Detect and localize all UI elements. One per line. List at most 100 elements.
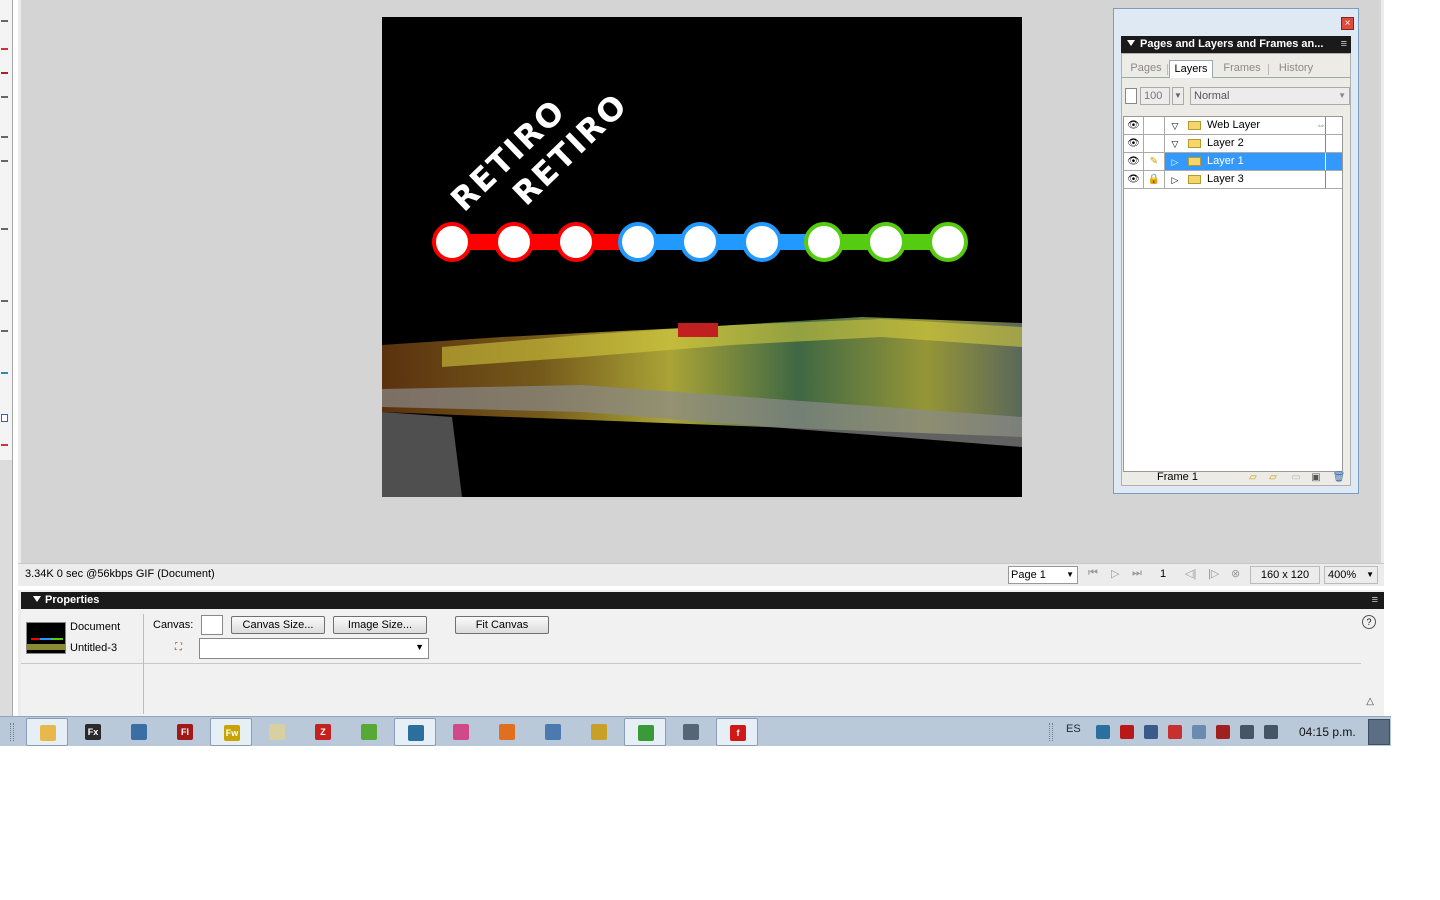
taskbar-app-chrome[interactable] — [624, 718, 666, 746]
help-icon[interactable]: ? — [1362, 615, 1376, 629]
expand-triangle-icon[interactable]: ▽ — [1168, 118, 1182, 135]
opacity-field[interactable]: 100 — [1140, 87, 1170, 105]
opacity-dropdown-icon[interactable]: ▼ — [1172, 87, 1184, 105]
matte-select[interactable]: ▼ — [199, 638, 429, 659]
tab-history[interactable]: History — [1270, 60, 1322, 78]
properties-titlebar[interactable]: Properties ≡ — [21, 592, 1384, 609]
paint-tool-icon[interactable] — [1, 72, 8, 74]
taskbar-app-firefox[interactable] — [486, 718, 528, 746]
taskbar-app-calendar[interactable] — [670, 718, 712, 746]
new-sublayer-icon[interactable]: ▱ — [1246, 472, 1260, 484]
tool-icon[interactable] — [1, 96, 8, 98]
network-icon[interactable] — [1096, 725, 1110, 739]
tool-icon[interactable] — [1, 160, 8, 162]
tool-icon[interactable] — [1, 20, 8, 22]
eye-icon[interactable]: 👁 — [1124, 153, 1144, 170]
play-icon[interactable]: ▷ — [1111, 567, 1119, 580]
alert-icon[interactable] — [1168, 725, 1182, 739]
taskbar-app-explorer[interactable] — [26, 718, 68, 746]
layer-name[interactable]: Layer 1 — [1207, 153, 1244, 170]
previous-frame-icon[interactable]: ◁| — [1185, 567, 1196, 580]
expand-triangle-icon[interactable]: ▽ — [1168, 136, 1182, 153]
taskbar-app-fireworks[interactable]: Fw — [210, 718, 252, 746]
canvas-color-swatch[interactable] — [201, 615, 223, 635]
mask-icon[interactable]: ▭ — [1289, 472, 1303, 484]
screen-mode-icon[interactable] — [1, 414, 8, 422]
taskbar-app-flash-player[interactable]: f — [716, 718, 758, 746]
expand-panel-icon[interactable]: △ — [1366, 696, 1374, 707]
chevron-down-icon: ▼ — [1066, 570, 1074, 579]
taskbar-app-network-tool[interactable] — [118, 718, 160, 746]
volume-icon[interactable] — [1264, 725, 1278, 739]
stop-icon[interactable]: ⊗ — [1231, 567, 1240, 580]
taskbar-app-skype-tool[interactable] — [394, 718, 436, 746]
taskbar-app-messenger[interactable] — [348, 718, 390, 746]
tool-icon[interactable] — [1, 444, 8, 446]
tool-icon[interactable] — [1, 372, 8, 374]
trash-icon[interactable]: 🗑 — [1332, 472, 1346, 484]
taskbar-app-itunes[interactable] — [532, 718, 574, 746]
panel-menu-icon[interactable]: ≡ — [1341, 36, 1347, 53]
duplicate-icon[interactable]: ▣ — [1309, 472, 1323, 484]
pencil-icon[interactable]: ✎ — [1144, 153, 1165, 170]
taskbar-app-flash[interactable]: Fl — [164, 718, 206, 746]
taskbar-app-picasa[interactable] — [440, 718, 482, 746]
clock[interactable]: 04:15 p.m. — [1299, 725, 1356, 739]
document-canvas[interactable]: RETIRO RETIRO — [382, 17, 1022, 497]
collapse-triangle-icon[interactable] — [33, 596, 41, 602]
new-layer-icon[interactable]: ▱ — [1266, 472, 1280, 484]
page-select[interactable]: Page 1 ▼ — [1008, 566, 1078, 584]
taskbar-app-notepad[interactable] — [256, 718, 298, 746]
edit-column[interactable] — [1144, 135, 1165, 152]
layers-panel-titlebar[interactable]: Pages and Layers and Frames an... ≡ — [1121, 36, 1351, 53]
last-frame-icon[interactable]: ⏭ — [1132, 567, 1142, 580]
layer-name[interactable]: Web Layer — [1207, 117, 1260, 134]
layer-row-layer-3[interactable]: 👁 🔒 ▷ Layer 3 — [1124, 171, 1342, 189]
next-frame-icon[interactable]: |▷ — [1208, 567, 1219, 580]
printer-icon[interactable] — [1144, 725, 1158, 739]
mail-icon[interactable] — [1192, 725, 1206, 739]
pen-tool-icon[interactable] — [1, 48, 8, 50]
language-indicator[interactable]: ES — [1066, 723, 1081, 735]
taskbar-grip[interactable] — [1049, 723, 1053, 741]
tab-pages[interactable]: Pages — [1126, 60, 1166, 78]
canvas-size-button[interactable]: Canvas Size... — [231, 616, 325, 634]
adobe-icon[interactable] — [1120, 725, 1134, 739]
signal-icon[interactable] — [1240, 725, 1254, 739]
tool-icon[interactable] — [1, 300, 8, 302]
eye-icon[interactable]: 👁 — [1124, 117, 1144, 134]
tool-icon[interactable] — [1, 136, 8, 138]
tool-icon[interactable] — [1, 228, 8, 230]
tool-icon[interactable] — [1, 330, 8, 332]
usb-icon[interactable] — [1216, 725, 1230, 739]
fit-canvas-button[interactable]: Fit Canvas — [455, 616, 549, 634]
first-frame-icon[interactable]: ⏮ — [1088, 567, 1098, 580]
taskbar-app-flex[interactable]: Fx — [72, 718, 114, 746]
taskbar-app-winamp[interactable] — [578, 718, 620, 746]
taskbar-app-filezilla[interactable]: Z — [302, 718, 344, 746]
blend-mode-select[interactable]: Normal ▼ — [1190, 87, 1350, 105]
tab-layers[interactable]: Layers — [1169, 60, 1213, 78]
canvas-size-display[interactable]: 160 x 120 — [1250, 566, 1320, 584]
lock-icon[interactable]: 🔒 — [1144, 171, 1165, 188]
eye-icon[interactable]: 👁 — [1124, 171, 1144, 188]
tab-frames[interactable]: Frames — [1218, 60, 1266, 78]
layer-name[interactable]: Layer 2 — [1207, 135, 1244, 152]
document-name[interactable]: Untitled-3 — [70, 642, 117, 654]
layer-name[interactable]: Layer 3 — [1207, 171, 1244, 188]
panel-menu-icon[interactable]: ≡ — [1372, 592, 1378, 609]
close-icon[interactable]: × — [1341, 17, 1354, 30]
frame-label[interactable]: Frame 1 — [1157, 471, 1198, 483]
eye-icon[interactable]: 👁 — [1124, 135, 1144, 152]
layer-row-layer-2[interactable]: 👁 ▽ Layer 2 — [1124, 135, 1342, 153]
zoom-select[interactable]: 400% ▼ — [1324, 566, 1378, 584]
collapsed-triangle-icon[interactable]: ▷ — [1168, 154, 1182, 171]
layer-row-web-layer[interactable]: 👁 ▽ Web Layer ⇔ — [1124, 117, 1342, 135]
collapse-triangle-icon[interactable] — [1127, 40, 1135, 46]
edit-column[interactable] — [1144, 117, 1165, 134]
layer-row-layer-1[interactable]: 👁 ✎ ▷ Layer 1 — [1124, 153, 1342, 171]
show-desktop-button[interactable] — [1368, 719, 1390, 745]
collapsed-triangle-icon[interactable]: ▷ — [1168, 172, 1182, 189]
taskbar-grip[interactable] — [10, 723, 14, 741]
image-size-button[interactable]: Image Size... — [333, 616, 427, 634]
